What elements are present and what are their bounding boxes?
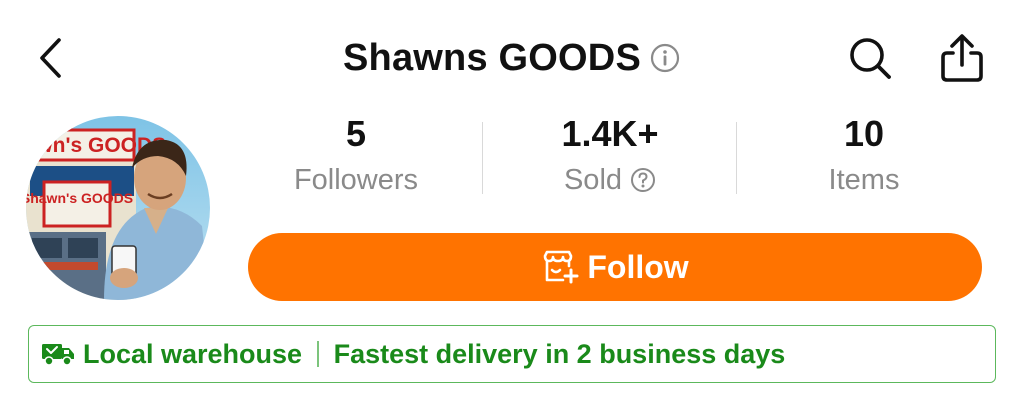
followers-label-text: Followers [293,164,419,196]
stat-items[interactable]: 10 Items [754,112,974,200]
avatar-sign-bottom: Shawn's GOODS [26,190,133,206]
avatar-image: Shawn's GOODS Shawn's GOODS [26,116,210,300]
stat-divider [482,122,483,194]
banner-divider [317,341,319,367]
share-button[interactable] [934,30,990,86]
follow-button-label: Follow [587,248,689,285]
items-label: Items [754,160,974,200]
sold-label: Sold [500,160,720,200]
chevron-left-icon [40,38,61,78]
sold-label-text: Sold [563,164,623,196]
follow-store-icon [541,250,579,284]
stat-followers[interactable]: 5 Followers [246,112,466,200]
back-button[interactable] [30,34,70,82]
search-icon [850,38,891,79]
info-icon [650,43,680,73]
stat-sold[interactable]: 1.4K+ Sold [500,112,720,200]
items-label-text: Items [828,164,900,196]
items-count: 10 [843,113,885,154]
store-profile-header: Shawns GOODS awn's GOODS Shawn's GOODS 5… [0,0,1024,411]
store-avatar[interactable]: Shawn's GOODS Shawn's GOODS [26,116,210,300]
help-icon[interactable] [630,167,656,193]
store-title: Shawns GOODS [342,36,641,79]
follow-button[interactable]: Follow [248,233,982,301]
truck-icon [41,340,75,368]
local-warehouse-banner[interactable]: Local warehouse Fastest delivery in 2 bu… [28,325,996,383]
stat-divider [736,122,737,194]
search-button[interactable] [842,32,898,84]
warehouse-label: Local warehouse [83,338,303,369]
sold-count: 1.4K+ [561,113,659,154]
followers-count: 5 [345,113,367,154]
share-icon [941,34,983,82]
info-button[interactable] [649,42,681,74]
delivery-info: Fastest delivery in 2 business days [333,338,786,369]
followers-label: Followers [246,160,466,200]
